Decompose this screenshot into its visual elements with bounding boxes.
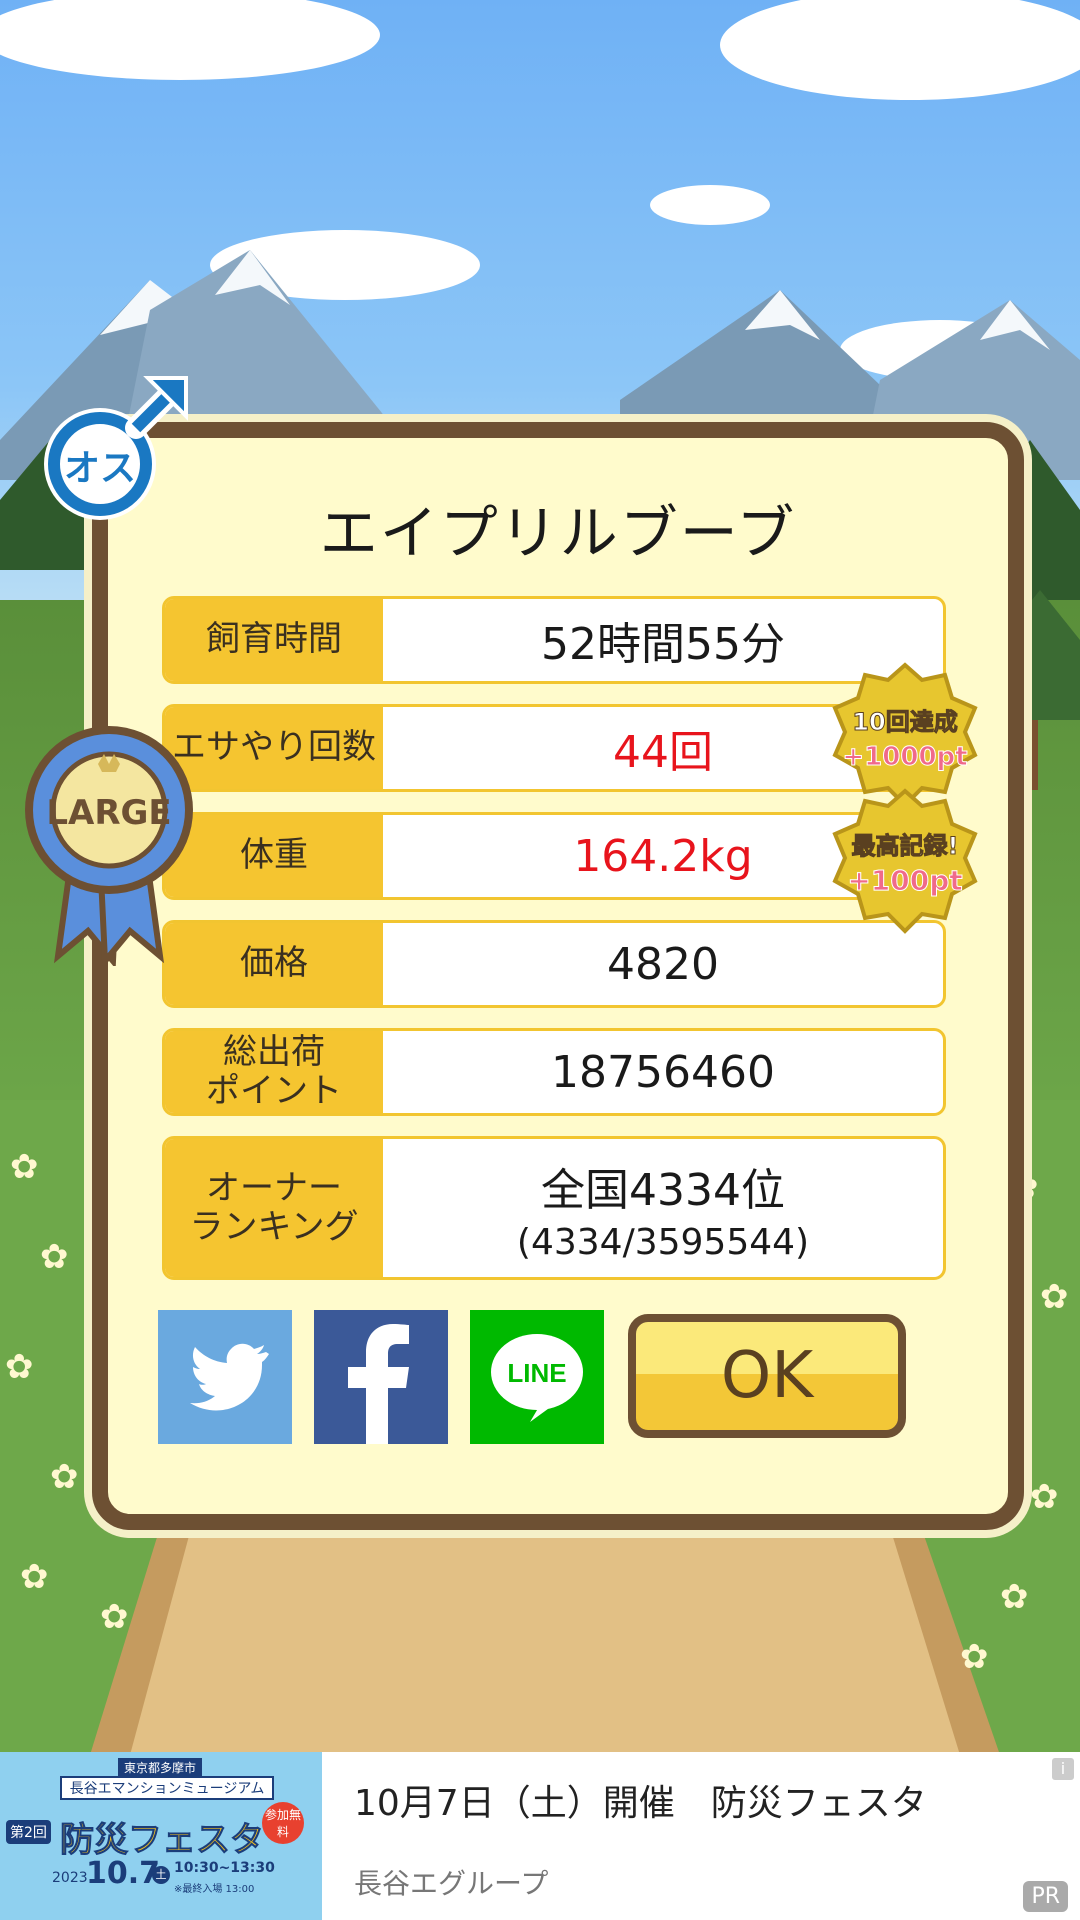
medal2-line1: 最高記録! — [852, 832, 959, 860]
cloud — [650, 185, 770, 225]
medal2-line2: +100pt — [847, 864, 962, 897]
ad-image-note: ※最終入場 13:00 — [174, 1884, 255, 1895]
label-breeding-time: 飼育時間 — [165, 599, 383, 681]
size-ribbon-icon: LARGE — [25, 726, 193, 966]
row-weight: 体重 164.2kg — [162, 812, 946, 900]
dirt-path — [90, 1495, 999, 1752]
line-text: LINE — [507, 1358, 566, 1388]
line-bubble-icon: LINE — [491, 1334, 583, 1422]
facebook-f-icon — [348, 1324, 409, 1444]
row-feed-count: エサやり回数 44回 — [162, 704, 946, 792]
facebook-share-button[interactable] — [314, 1310, 448, 1444]
medal1-line1: 10回達成 — [852, 708, 957, 736]
twitter-share-button[interactable] — [158, 1310, 292, 1444]
ad-image-org: 東京都多摩市 — [118, 1758, 203, 1777]
row-price: 価格 4820 — [162, 920, 946, 1008]
ranking-national: 全国4334位 — [541, 1164, 785, 1216]
value-total-points: 18756460 — [551, 1046, 775, 1098]
ad-advertiser: 長谷エグループ — [354, 1867, 549, 1900]
twitter-bird-icon — [190, 1343, 269, 1411]
gender-label: オス — [64, 448, 136, 489]
ad-image-day: 土 — [152, 1866, 170, 1884]
row-breeding-time: 飼育時間 52時間55分 — [162, 596, 946, 684]
ad-image-event: 防災フェスタ — [60, 1820, 265, 1861]
ad-image-date: 10.7 — [86, 1856, 161, 1891]
label-owner-ranking: オーナー ランキング — [165, 1139, 383, 1277]
ad-image-tag: 参加無料 — [262, 1802, 304, 1844]
cloud — [720, 0, 1080, 100]
value-owner-ranking: 全国4334位 (4334/3595544) — [383, 1139, 943, 1277]
ad-image-time: 10:30~13:30 — [174, 1860, 275, 1876]
ad-info-icon[interactable]: i — [1052, 1758, 1074, 1780]
row-owner-ranking: オーナー ランキング 全国4334位 (4334/3595544) — [162, 1136, 946, 1280]
row-total-points: 総出荷 ポイント 18756460 — [162, 1028, 946, 1116]
ad-image[interactable]: 東京都多摩市 長谷エマンションミュージアム 第2回 防災フェスタ 参加無料 20… — [0, 1752, 322, 1920]
medal1-line2: +1000pt — [842, 742, 967, 772]
size-label: LARGE — [46, 793, 171, 833]
record-medal-icon: 最高記録! +100pt — [832, 788, 978, 934]
label-total-points: 総出荷 ポイント — [165, 1031, 383, 1113]
ad-pr-badge: PR — [1023, 1881, 1068, 1912]
pig-name-title: エイプリルブーブ — [319, 499, 797, 567]
ranking-detail: (4334/3595544) — [516, 1221, 810, 1263]
ad-image-count: 第2回 — [6, 1820, 51, 1844]
ok-button[interactable]: OK — [628, 1314, 906, 1438]
cloud — [0, 0, 380, 80]
line-share-button[interactable]: LINE — [470, 1310, 604, 1444]
ad-image-venue: 長谷エマンションミュージアム — [60, 1776, 274, 1800]
result-dialog: エイプリルブーブ 飼育時間 52時間55分 エサやり回数 44回 体重 164.… — [92, 422, 1024, 1530]
ad-banner[interactable]: 東京都多摩市 長谷エマンションミュージアム 第2回 防災フェスタ 参加無料 20… — [0, 1752, 1080, 1920]
male-badge-icon: オス — [44, 376, 188, 520]
ad-image-year: 2023 — [52, 1870, 88, 1886]
ad-title[interactable]: 10月7日（土）開催 防災フェスタ — [354, 1774, 927, 1826]
